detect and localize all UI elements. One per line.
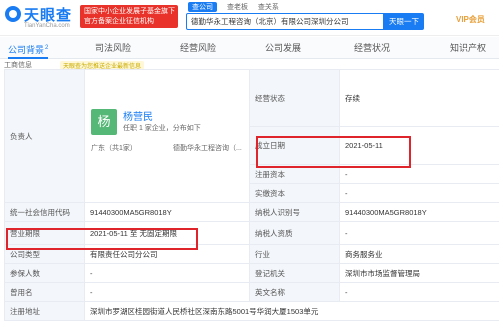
- status-value: 存续: [339, 69, 499, 127]
- tab-count: 2: [45, 45, 49, 51]
- registered-capital-label: 注册资本: [249, 164, 340, 184]
- taxpayer-qualification-label: 纳税人资质: [249, 221, 340, 245]
- tab-label: 公司背景: [8, 45, 45, 55]
- search-tab-company[interactable]: 查公司: [188, 2, 217, 12]
- founded-date-value: 2021-05-11: [339, 126, 499, 165]
- tab-company-background[interactable]: 公司背景2: [8, 37, 49, 59]
- paid-capital-value: -: [339, 183, 499, 203]
- industry-value: 商务服务业: [339, 244, 499, 264]
- business-term-value: 2021-05-11 至 无固定期限: [84, 221, 250, 245]
- tab-company-development[interactable]: 公司发展: [265, 37, 301, 59]
- table-row: 公司类型 有限责任公司分公司 行业 商务服务业: [4, 244, 499, 264]
- logo-subtext: TianYanCha.com: [24, 23, 70, 29]
- search-input[interactable]: 德勤华永工程咨询（北京）有限公司深圳分公司: [186, 13, 384, 30]
- status-label: 经营状态: [249, 69, 340, 127]
- tab-operating-status[interactable]: 经营状况: [354, 37, 390, 59]
- founded-date-label: 成立日期: [249, 126, 340, 165]
- paid-capital-label: 实缴资本: [249, 183, 340, 203]
- credit-code-label: 统一社会信用代码: [4, 202, 85, 222]
- search-type-tabs: 查公司 查老板 查关系: [188, 2, 287, 13]
- owner-name-link[interactable]: 杨营民: [123, 108, 153, 123]
- taxpayer-id-value: 91440300MA5GR8018Y: [339, 202, 499, 222]
- company-type-value: 有限责任公司分公司: [84, 244, 250, 264]
- search-button[interactable]: 天眼一下: [384, 13, 424, 30]
- owner-avatar[interactable]: 杨: [91, 109, 117, 135]
- eye-logo-icon: [5, 6, 21, 22]
- owner-cell: 杨 杨营民 任职 1 家企业，分布如下 广东（共1家） 德勤华永工程咨询（...: [84, 69, 250, 203]
- insured-count-value: -: [84, 263, 250, 283]
- english-name-label: 英文名称: [249, 282, 340, 302]
- business-info-table: 负责人 杨 杨营民 任职 1 家企业，分布如下 广东（共1家） 德勤华永工程咨询…: [4, 69, 499, 321]
- promo-banner[interactable]: 国家中小企业发展子基金旗下 官方备案企业征信机构: [80, 5, 178, 28]
- owner-region: 广东（共1家）: [91, 145, 137, 152]
- tab-legal-risk[interactable]: 司法风险: [95, 37, 131, 59]
- search-tab-relation[interactable]: 查关系: [258, 2, 279, 12]
- company-nav: 公司背景2 司法风险 经营风险 公司发展 经营状况 知识产权: [0, 37, 499, 59]
- table-row: 参保人数 - 登记机关 深圳市市场监督管理局: [4, 263, 499, 283]
- taxpayer-qualification-value: -: [339, 221, 499, 245]
- table-row: 统一社会信用代码 91440300MA5GR8018Y 纳税人识别号 91440…: [4, 202, 499, 222]
- english-name-value: -: [339, 282, 499, 302]
- owner-label: 负责人: [4, 69, 85, 203]
- industry-label: 行业: [249, 244, 340, 264]
- tianyancha-logo[interactable]: 天眼查 TianYanCha.com: [5, 4, 75, 32]
- top-header: 天眼查 TianYanCha.com 国家中小企业发展子基金旗下 官方备案企业征…: [0, 0, 499, 36]
- insured-count-label: 参保人数: [4, 263, 85, 283]
- promo-line-1: 国家中小企业发展子基金旗下: [84, 8, 175, 15]
- logo-text: 天眼查: [24, 7, 73, 24]
- tab-intellectual-property[interactable]: 知识产权: [450, 37, 486, 59]
- vip-link[interactable]: VIP会员: [456, 14, 485, 25]
- registered-address-value: 深圳市罗湖区桂园街道人民桥社区深南东路5001号华润大厦1503单元: [84, 301, 499, 321]
- table-row: 注册地址 深圳市罗湖区桂园街道人民桥社区深南东路5001号华润大厦1503单元: [4, 301, 499, 321]
- company-type-label: 公司类型: [4, 244, 85, 264]
- registration-authority-value: 深圳市市场监督管理局: [339, 263, 499, 283]
- credit-code-value: 91440300MA5GR8018Y: [84, 202, 250, 222]
- table-row: 营业期限 2021-05-11 至 无固定期限 纳税人资质 -: [4, 221, 499, 245]
- taxpayer-id-label: 纳税人识别号: [249, 202, 340, 222]
- business-term-label: 营业期限: [4, 221, 85, 245]
- owner-company[interactable]: 德勤华永工程咨询（...: [173, 143, 242, 153]
- registered-capital-value: -: [339, 164, 499, 184]
- table-row: 曾用名 - 英文名称 -: [4, 282, 499, 302]
- promo-line-2: 官方备案企业征信机构: [84, 18, 154, 25]
- former-name-label: 曾用名: [4, 282, 85, 302]
- former-name-value: -: [84, 282, 250, 302]
- owner-role-text: 任职 1 家企业，分布如下: [123, 125, 201, 132]
- registered-address-label: 注册地址: [4, 301, 85, 321]
- search-tab-boss[interactable]: 查老板: [227, 2, 248, 12]
- tab-operating-risk[interactable]: 经营风险: [180, 37, 216, 59]
- registration-authority-label: 登记机关: [249, 263, 340, 283]
